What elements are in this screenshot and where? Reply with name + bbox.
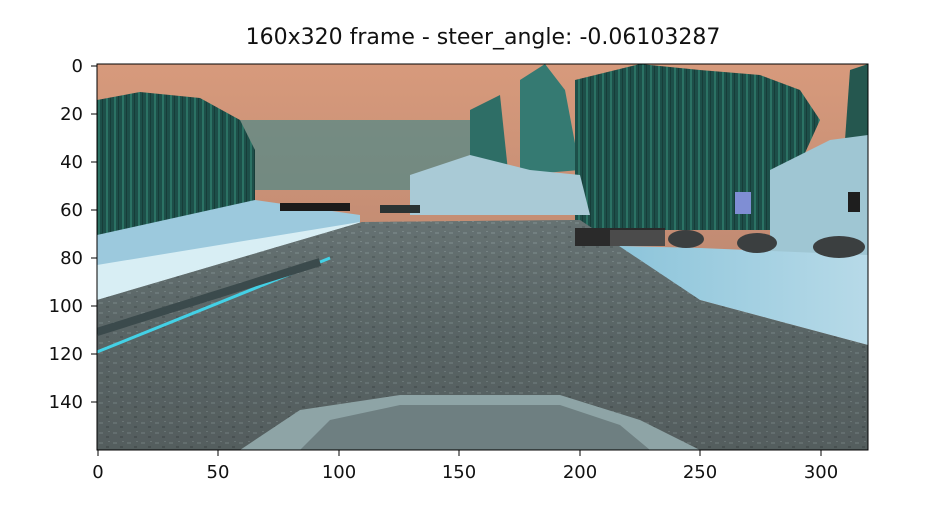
x-tick: 200: [563, 450, 597, 483]
svg-text:100: 100: [322, 462, 356, 483]
svg-text:0: 0: [72, 56, 83, 77]
camera-frame: [97, 64, 868, 450]
svg-text:20: 20: [60, 104, 83, 125]
svg-text:200: 200: [563, 462, 597, 483]
svg-text:100: 100: [49, 296, 83, 317]
svg-text:120: 120: [49, 344, 83, 365]
svg-text:50: 50: [207, 462, 230, 483]
y-tick: 20: [60, 104, 97, 125]
x-axis: 0 50 100 150 200 250 300: [92, 450, 838, 483]
x-tick: 150: [442, 450, 476, 483]
y-tick: 100: [49, 296, 97, 317]
x-tick: 300: [804, 450, 838, 483]
svg-text:300: 300: [804, 462, 838, 483]
x-tick: 100: [322, 450, 356, 483]
svg-text:60: 60: [60, 200, 83, 221]
svg-text:150: 150: [442, 462, 476, 483]
svg-text:250: 250: [683, 462, 717, 483]
svg-text:80: 80: [60, 248, 83, 269]
y-tick: 80: [60, 248, 97, 269]
svg-text:40: 40: [60, 152, 83, 173]
svg-text:0: 0: [92, 462, 103, 483]
image-plot: 0 20 40 60 80 100 120 140 0 50 100 150 2…: [49, 56, 869, 483]
y-tick: 60: [60, 200, 97, 221]
x-tick: 250: [683, 450, 717, 483]
svg-text:140: 140: [49, 392, 83, 413]
y-tick: 140: [49, 392, 97, 413]
y-tick: 40: [60, 152, 97, 173]
y-tick: 120: [49, 344, 97, 365]
y-tick: 0: [72, 56, 97, 77]
x-tick: 50: [207, 450, 230, 483]
y-axis: 0 20 40 60 80 100 120 140: [49, 56, 97, 413]
x-tick: 0: [92, 450, 104, 483]
